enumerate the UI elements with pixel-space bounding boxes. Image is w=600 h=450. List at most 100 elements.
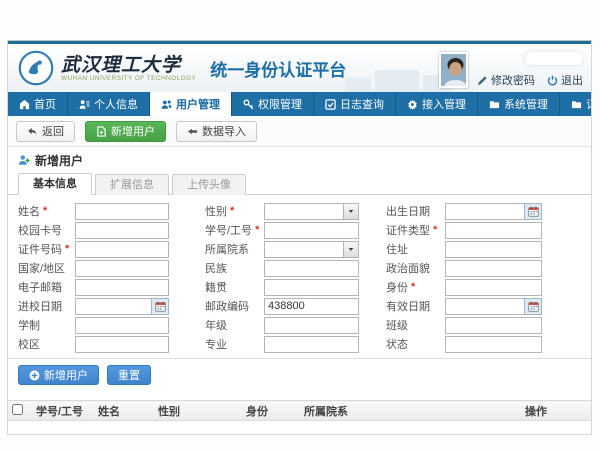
header-user-area: 修改密码 退出 <box>439 52 583 88</box>
enroll-date-input[interactable] <box>75 298 151 315</box>
country-region-input[interactable] <box>75 260 169 277</box>
postal-code-input[interactable] <box>264 298 359 315</box>
class-input[interactable] <box>445 317 542 334</box>
id-number-input[interactable] <box>75 241 169 258</box>
nav-item-access-management[interactable]: 接入管理 <box>396 92 478 116</box>
tab-extended-info[interactable]: 扩展信息 <box>95 174 169 195</box>
valid-date-input[interactable] <box>445 298 524 315</box>
major-input[interactable] <box>264 336 359 353</box>
nav-item-label: 系统管理 <box>504 96 548 112</box>
dropdown-button[interactable] <box>343 204 358 219</box>
field-cell-major <box>264 335 359 353</box>
caret-down-icon <box>347 207 355 215</box>
field-label-class: 班级 <box>359 316 445 334</box>
import-arrow-icon <box>187 126 198 137</box>
field-cell-valid-date <box>445 297 542 315</box>
tab-upload-avatar[interactable]: 上传头像 <box>172 174 246 195</box>
native-place-input[interactable] <box>264 279 359 296</box>
identity-input[interactable] <box>445 279 542 296</box>
header-meta: 修改密码 退出 <box>477 52 583 88</box>
dropdown-button[interactable] <box>343 242 358 257</box>
user-add-icon <box>18 154 30 166</box>
field-cell-postal-code <box>264 297 359 315</box>
nav-item-log-query[interactable]: 日志查询 <box>314 92 396 116</box>
tab-basic-info[interactable]: 基本信息 <box>18 173 92 195</box>
field-label-identity: 身份* <box>359 278 445 296</box>
nav-item-label: 用户管理 <box>176 96 220 112</box>
new-user-form: 姓名*性别*出生日期校园卡号学号/工号*证件类型*证件号码*所属院系住址国家/地… <box>8 195 591 359</box>
back-arrow-icon <box>27 126 38 137</box>
column-header-name: 姓名 <box>94 401 154 421</box>
field-label-email: 电子邮箱 <box>18 278 75 296</box>
student-id-input[interactable] <box>264 222 359 239</box>
field-cell-department <box>264 240 359 258</box>
status-input[interactable] <box>445 336 542 353</box>
new-user-button[interactable]: 新增用户 <box>85 121 166 142</box>
reset-button[interactable]: 重置 <box>107 365 151 385</box>
campus-card-no-input[interactable] <box>75 222 169 239</box>
new-user-button-label: 新增用户 <box>111 123 155 139</box>
data-import-button[interactable]: 数据导入 <box>176 121 257 142</box>
calendar-button[interactable] <box>524 203 542 220</box>
field-label-ethnicity: 民族 <box>169 259 264 277</box>
enroll-date-date-field <box>75 298 169 315</box>
user-avatar <box>439 52 468 88</box>
app-window: 武汉理工大学 WUHAN UNIVERSITY OF TECHNOLOGY 统一… <box>7 40 592 435</box>
back-button[interactable]: 返回 <box>16 121 75 142</box>
field-label-education-length: 学制 <box>18 316 75 334</box>
field-cell-status <box>445 335 542 353</box>
address-input[interactable] <box>445 241 542 258</box>
column-header-identity: 身份 <box>242 401 300 421</box>
field-cell-address <box>445 240 542 258</box>
gender-select[interactable] <box>264 203 359 220</box>
change-password-link[interactable]: 修改密码 <box>477 72 535 88</box>
name-input[interactable] <box>75 203 169 220</box>
nav-item-system-management[interactable]: 系统管理 <box>478 92 560 116</box>
nav-item-user-management[interactable]: 用户管理 <box>150 92 232 116</box>
campus-input[interactable] <box>75 336 169 353</box>
required-asterisk: * <box>230 205 234 217</box>
submit-add-user-button[interactable]: 新增用户 <box>18 365 99 385</box>
grade-input[interactable] <box>264 317 359 334</box>
department-select[interactable] <box>264 241 359 258</box>
field-label-student-id: 学号/工号* <box>169 221 264 239</box>
users-icon <box>161 99 172 110</box>
campus-skyline-decoration <box>345 70 453 92</box>
nav-item-label: 接入管理 <box>422 96 466 112</box>
nav-item-home[interactable]: 首页 <box>8 92 68 116</box>
field-label-gender: 性别* <box>169 202 264 220</box>
field-cell-gender <box>264 202 359 220</box>
nav-item-permission-management[interactable]: 权限管理 <box>232 92 314 116</box>
select-all-checkbox[interactable] <box>12 404 23 415</box>
nav-item-personal-info[interactable]: 个人信息 <box>68 92 150 116</box>
field-cell-ethnicity <box>264 259 359 277</box>
political-status-input[interactable] <box>445 260 542 277</box>
calendar-button[interactable] <box>151 298 169 315</box>
calendar-button[interactable] <box>524 298 542 315</box>
nav-item-label: 权限管理 <box>258 96 302 112</box>
page-title: 统一身份认证平台 <box>210 56 346 81</box>
folder-icon <box>571 99 582 110</box>
user-table: 学号/工号姓名性别身份所属院系操作 <box>8 400 591 434</box>
field-cell-student-id <box>264 221 359 239</box>
field-cell-political-status <box>445 259 542 277</box>
field-cell-email <box>75 278 169 296</box>
header-links: 修改密码 退出 <box>477 72 583 88</box>
field-label-enroll-date: 进校日期 <box>18 297 75 315</box>
field-label-country-region: 国家/地区 <box>18 259 75 277</box>
birth-date-input[interactable] <box>445 203 524 220</box>
logout-label: 退出 <box>561 72 583 88</box>
ethnicity-input[interactable] <box>264 260 359 277</box>
email-input[interactable] <box>75 279 169 296</box>
nav-item-subscription-management[interactable]: 订阅管理 <box>560 92 600 116</box>
education-length-input[interactable] <box>75 317 169 334</box>
id-type-input[interactable] <box>445 222 542 239</box>
calendar-icon <box>155 301 166 312</box>
gear-icon <box>407 99 418 110</box>
section-header: 新增用户 <box>8 147 591 173</box>
logout-link[interactable]: 退出 <box>547 72 583 88</box>
toolbar: 返回 新增用户 数据导入 <box>8 116 591 147</box>
plus-circle-icon <box>29 370 40 381</box>
user-list-icon <box>79 99 90 110</box>
calendar-icon <box>528 206 539 217</box>
